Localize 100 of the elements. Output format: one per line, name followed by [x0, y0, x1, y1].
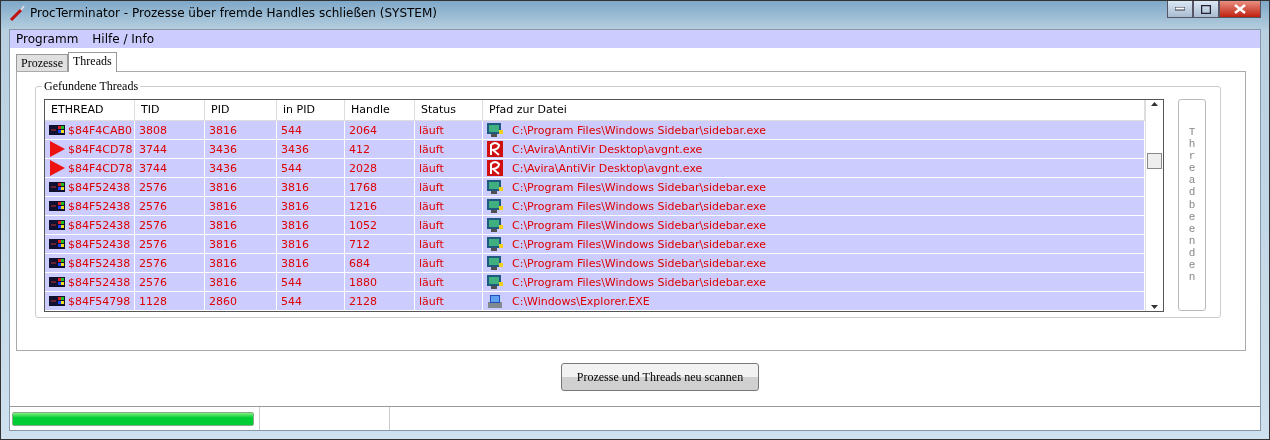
table-cell: 2576 [139, 275, 167, 289]
table-cell: 712 [349, 237, 370, 251]
table-cell: $84F4CD78 [68, 142, 133, 156]
menu-item[interactable]: Hilfe / Info [92, 32, 154, 46]
rescan-button[interactable]: Prozesse und Threads neu scannen [561, 363, 759, 391]
monitor-icon [487, 217, 503, 233]
table-cell: 1880 [349, 275, 377, 289]
table-cell: $84F52438 [68, 237, 131, 251]
torch-icon [9, 5, 25, 21]
table-cell: 544 [281, 275, 302, 289]
table-cell: 3436 [209, 161, 237, 175]
window-title: ProcTerminator - Prozesse über fremde Handles schließen (SYSTEM) [30, 6, 437, 20]
table-cell: 3816 [209, 123, 237, 137]
table-cell: läuft [419, 199, 444, 213]
chip-icon [49, 275, 65, 289]
monitor-icon [487, 122, 503, 138]
chip-icon [49, 123, 65, 137]
close-button[interactable] [1219, 1, 1261, 18]
table-cell: 3436 [209, 142, 237, 156]
monitor-icon [487, 236, 503, 252]
table-cell: 3816 [209, 218, 237, 232]
table-cell: 2860 [209, 294, 237, 308]
table-cell: C:\Avira\AntiVir Desktop\avgnt.exe [512, 161, 703, 175]
table-cell: C:\Program Files\Windows Sidebar\sidebar.exe [512, 275, 766, 289]
table-cell: 2064 [349, 123, 377, 137]
monitor-icon [487, 274, 503, 290]
table-cell: C:\Program Files\Windows Sidebar\sidebar.exe [512, 237, 766, 251]
table-cell: C:\Windows\Explorer.EXE [512, 294, 650, 308]
scroll-up-icon[interactable] [1151, 102, 1158, 106]
table-cell: $84F52438 [68, 180, 131, 194]
table-cell: $84F52438 [68, 218, 131, 232]
chip-icon [49, 256, 65, 270]
scroll-thumb[interactable] [1147, 152, 1162, 169]
column-header[interactable]: Pfad zur Datei [483, 100, 1145, 120]
monitor-icon [487, 179, 503, 195]
tab[interactable]: Prozesse [16, 54, 68, 71]
table-cell: C:\Program Files\Windows Sidebar\sidebar.exe [512, 123, 766, 137]
table-cell: 2576 [139, 237, 167, 251]
table-cell: $84F4CAB0 [68, 123, 133, 137]
table-cell: läuft [419, 237, 444, 251]
table-cell: C:\Program Files\Windows Sidebar\sidebar.exe [512, 180, 766, 194]
table-cell: 684 [349, 256, 370, 270]
table-cell: läuft [419, 275, 444, 289]
column-header[interactable]: Status [415, 100, 483, 120]
table-cell: $84F52438 [68, 256, 131, 270]
chip-icon [49, 237, 65, 251]
table-cell: läuft [419, 142, 444, 156]
tab[interactable]: Threads [68, 52, 117, 72]
table-cell: 3816 [209, 275, 237, 289]
table-cell: 2576 [139, 180, 167, 194]
table-cell: C:\Avira\AntiVir Desktop\avgnt.exe [512, 142, 703, 156]
table-cell: läuft [419, 123, 444, 137]
column-header[interactable]: ETHREAD [45, 100, 135, 120]
table-cell: 3816 [281, 199, 309, 213]
table-cell: läuft [419, 256, 444, 270]
table-cell: 3816 [209, 180, 237, 194]
minimize-button[interactable] [1167, 1, 1193, 18]
chip-icon [49, 294, 65, 308]
close-icon [1234, 4, 1246, 14]
table-cell: läuft [419, 294, 444, 308]
table-cell: 3816 [209, 199, 237, 213]
table-cell: C:\Program Files\Windows Sidebar\sidebar.exe [512, 256, 766, 270]
table-cell: 2576 [139, 199, 167, 213]
triangle-icon [49, 141, 65, 157]
column-header[interactable]: PID [205, 100, 277, 120]
table-cell: 1128 [139, 294, 167, 308]
table-cell: $84F4CD78 [68, 161, 133, 175]
column-header[interactable]: TID [135, 100, 205, 120]
scroll-down-icon[interactable] [1151, 305, 1158, 309]
table-cell: 3816 [281, 256, 309, 270]
menu-item[interactable]: Programm [16, 32, 79, 46]
column-header[interactable]: in PID [277, 100, 345, 120]
table-cell: 3816 [281, 180, 309, 194]
triangle-icon [49, 160, 65, 176]
table-cell: 412 [349, 142, 370, 156]
table-cell: 1052 [349, 218, 377, 232]
table-cell: 3816 [281, 218, 309, 232]
table-cell: 3816 [209, 256, 237, 270]
table-cell: 2576 [139, 218, 167, 232]
maximize-button[interactable] [1193, 1, 1219, 18]
table-cell: C:\Program Files\Windows Sidebar\sidebar.exe [512, 218, 766, 232]
table-cell: $84F54798 [68, 294, 131, 308]
table-cell: 3816 [281, 237, 309, 251]
table-cell: 2576 [139, 256, 167, 270]
column-header[interactable]: Handle [345, 100, 415, 120]
table-cell: $84F52438 [68, 199, 131, 213]
monitor-icon [487, 255, 503, 271]
minimize-icon [1175, 7, 1185, 11]
monitor-icon [487, 198, 503, 214]
table-cell: 544 [281, 161, 302, 175]
table-cell: 1768 [349, 180, 377, 194]
computer-icon [487, 293, 503, 309]
table-cell: 3816 [209, 237, 237, 251]
table-cell: läuft [419, 180, 444, 194]
table-cell: 1216 [349, 199, 377, 213]
table-cell: 3744 [139, 142, 167, 156]
table-cell: 3436 [281, 142, 309, 156]
table-cell: C:\Program Files\Windows Sidebar\sidebar.exe [512, 199, 766, 213]
chip-icon [49, 180, 65, 194]
scrollbar[interactable] [1145, 100, 1163, 311]
